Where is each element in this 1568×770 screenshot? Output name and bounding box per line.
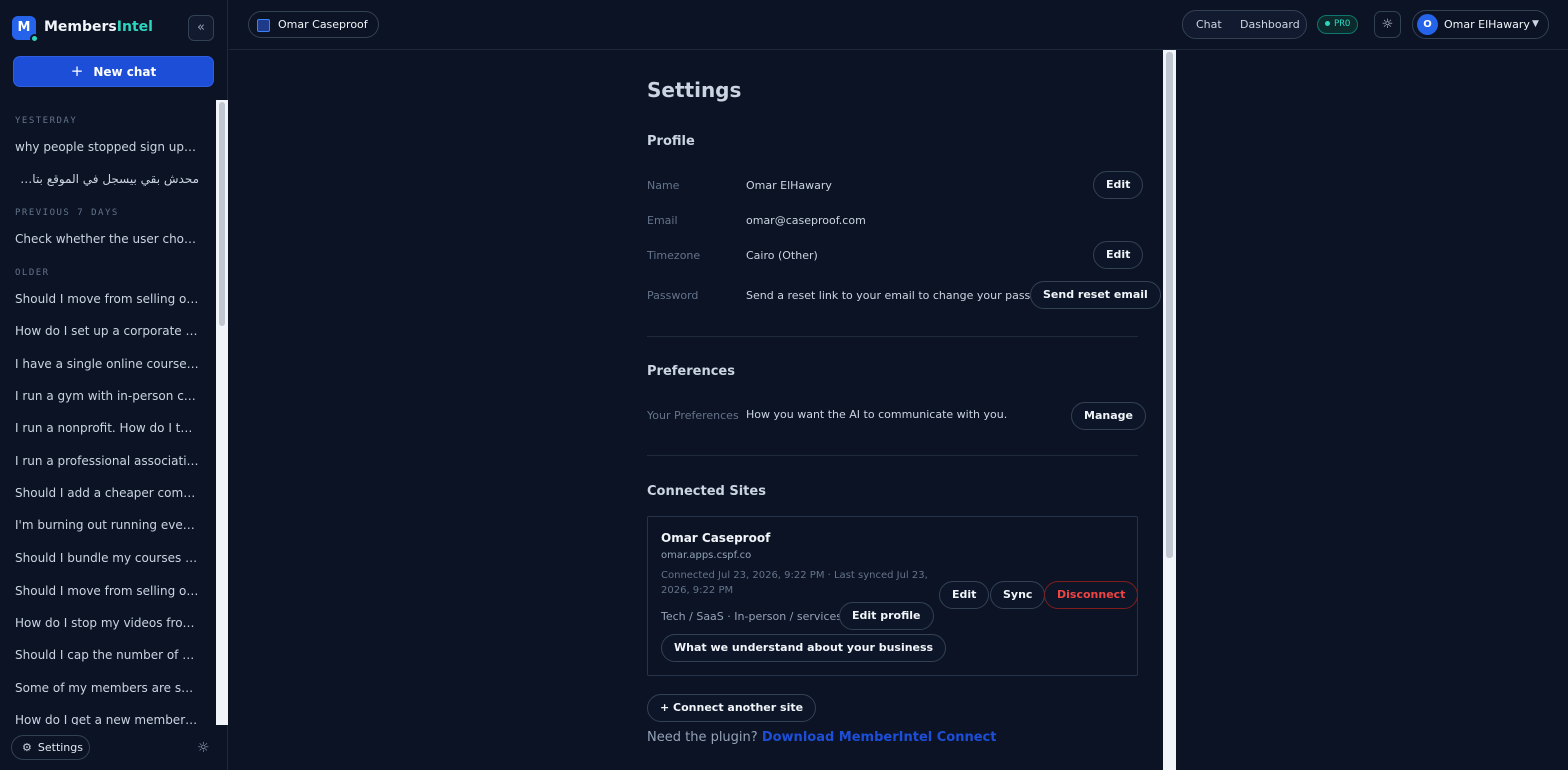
field-label-timezone: Timezone xyxy=(647,249,701,262)
plan-badge: PRO xyxy=(1317,15,1359,34)
manage-preferences-button[interactable]: Manage xyxy=(1071,402,1146,430)
main-nav: Chat Dashboard xyxy=(1182,10,1307,39)
collapse-sidebar-button[interactable]: « xyxy=(188,15,214,41)
edit-site-button[interactable]: Edit xyxy=(939,581,990,609)
chat-item[interactable]: I have a single online course. Should I … xyxy=(15,357,199,371)
chat-item[interactable]: Should I move from selling one-off cours… xyxy=(15,292,199,306)
business-understanding-button[interactable]: What we understand about your business xyxy=(661,634,947,662)
field-value-password: Send a reset link to your email to chang… xyxy=(746,289,1061,302)
chat-item[interactable]: How do I set up a corporate or group mem… xyxy=(15,324,199,338)
chevrons-left-icon: « xyxy=(197,20,205,35)
site-sync-status: Connected Jul 23, 2026, 9:22 PM · Last s… xyxy=(661,570,928,596)
download-plugin-link[interactable]: Download MemberIntel Connect xyxy=(762,730,997,745)
chat-item[interactable]: How do I stop my videos from being downl… xyxy=(15,616,199,630)
chat-item[interactable]: I'm burning out running everything mysel… xyxy=(15,518,199,532)
section-title-profile: Profile xyxy=(647,134,695,149)
edit-name-button[interactable]: Edit xyxy=(1093,171,1144,199)
user-name: Omar ElHawary xyxy=(1444,18,1530,31)
field-value-name: Omar ElHawary xyxy=(746,179,832,192)
nav-tab-chat[interactable]: Chat xyxy=(1196,11,1222,38)
plus-icon: + xyxy=(70,62,84,80)
sidebar-scrollbar-thumb[interactable] xyxy=(219,102,225,326)
user-menu[interactable]: O Omar ElHawary ▼ xyxy=(1412,10,1549,39)
site-name: Omar Caseproof xyxy=(661,531,771,545)
group-label-older: OLDER xyxy=(15,268,50,278)
sync-button[interactable]: Sync xyxy=(990,581,1046,609)
settings-button[interactable]: ⚙ Settings xyxy=(11,735,90,760)
chat-item[interactable]: محدش بقي بيسجل في الموقع بتاعي مش فاهم ل… xyxy=(15,172,199,186)
edit-profile-button[interactable]: Edit profile xyxy=(839,602,934,630)
edit-timezone-button[interactable]: Edit xyxy=(1093,241,1144,269)
gear-icon: ⚙ xyxy=(22,741,32,754)
chat-item[interactable]: I run a professional association with an… xyxy=(15,454,199,468)
disconnect-button[interactable]: Disconnect xyxy=(1044,581,1139,609)
field-label-name: Name xyxy=(647,179,680,192)
field-label-password: Password xyxy=(647,289,699,302)
send-reset-email-button[interactable]: Send reset email xyxy=(1030,281,1161,309)
group-label-previous-7-days: PREVIOUS 7 DAYS xyxy=(15,208,119,218)
group-label-yesterday: YESTERDAY xyxy=(15,116,78,126)
chat-item[interactable]: Some of my members are sharing their log… xyxy=(15,681,199,695)
site-switcher[interactable]: Omar Caseproof xyxy=(248,11,379,38)
chat-item[interactable]: Check whether the user chose a valid opt… xyxy=(15,232,199,246)
site-url: omar.apps.cspf.co xyxy=(661,550,752,561)
section-divider xyxy=(647,455,1138,456)
sidebar: M MembersIntel « + New chat YESTERDAY why… xyxy=(0,0,228,770)
field-label-preferences: Your Preferences xyxy=(647,409,739,422)
new-chat-button[interactable]: + New chat xyxy=(13,56,214,87)
nav-tab-dashboard[interactable]: Dashboard xyxy=(1240,11,1300,38)
chat-item[interactable]: I run a gym with in-person classes. How … xyxy=(15,389,199,403)
main-scrollbar[interactable] xyxy=(1163,50,1176,770)
connect-another-site-button[interactable]: + Connect another site xyxy=(647,694,817,722)
page-title: Settings xyxy=(647,78,742,102)
section-divider xyxy=(647,336,1138,337)
status-dot-icon xyxy=(30,34,39,43)
sidebar-scrollbar[interactable] xyxy=(216,100,228,725)
chat-item[interactable]: Should I cap the number of devices per a… xyxy=(15,648,199,662)
field-label-email: Email xyxy=(647,214,678,227)
field-value-preferences: How you want the AI to communicate with … xyxy=(746,408,1008,421)
avatar: O xyxy=(1417,14,1438,35)
chat-item[interactable]: Should I move from selling one-off produ… xyxy=(15,584,199,598)
chat-item[interactable]: why people stopped sign up to my website xyxy=(15,140,199,154)
field-value-timezone: Cairo (Other) xyxy=(746,249,818,262)
plugin-prompt: Need the plugin? Download MemberIntel Co… xyxy=(647,730,997,745)
sun-icon: ☼ xyxy=(1381,17,1394,32)
field-value-email: omar@caseproof.com xyxy=(746,214,866,227)
brand-name: MembersIntel xyxy=(44,19,153,35)
theme-toggle-button[interactable]: ☼ xyxy=(1374,11,1401,38)
section-title-connected-sites: Connected Sites xyxy=(647,484,766,499)
chevron-down-icon: ▼ xyxy=(1532,19,1539,29)
chat-item[interactable]: Should I bundle my courses together into… xyxy=(15,551,199,565)
top-bar: Omar Caseproof Chat Dashboard PRO ☼ O Om… xyxy=(229,0,1568,50)
brand-logo[interactable]: M MembersIntel xyxy=(12,14,216,43)
section-title-preferences: Preferences xyxy=(647,364,735,379)
site-favicon-icon xyxy=(257,18,270,32)
sun-icon[interactable]: ☼ xyxy=(197,740,210,756)
site-tags: Tech / SaaS · In-person / services xyxy=(661,610,842,623)
chat-item[interactable]: How do I get a new member to their first… xyxy=(15,713,199,725)
status-dot-icon xyxy=(1325,21,1330,26)
connected-site-card: Omar Caseproof omar.apps.cspf.co Connect… xyxy=(647,516,1139,676)
chat-item[interactable]: Should I add a cheaper community-only ti… xyxy=(15,486,199,500)
settings-page: Settings Profile Name Omar ElHawary Edit… xyxy=(647,50,1161,770)
chat-item[interactable]: I run a nonprofit. How do I turn our don… xyxy=(15,421,199,435)
chat-history-list: YESTERDAY why people stopped sign up to … xyxy=(0,100,216,725)
main-scrollbar-thumb[interactable] xyxy=(1166,52,1173,558)
